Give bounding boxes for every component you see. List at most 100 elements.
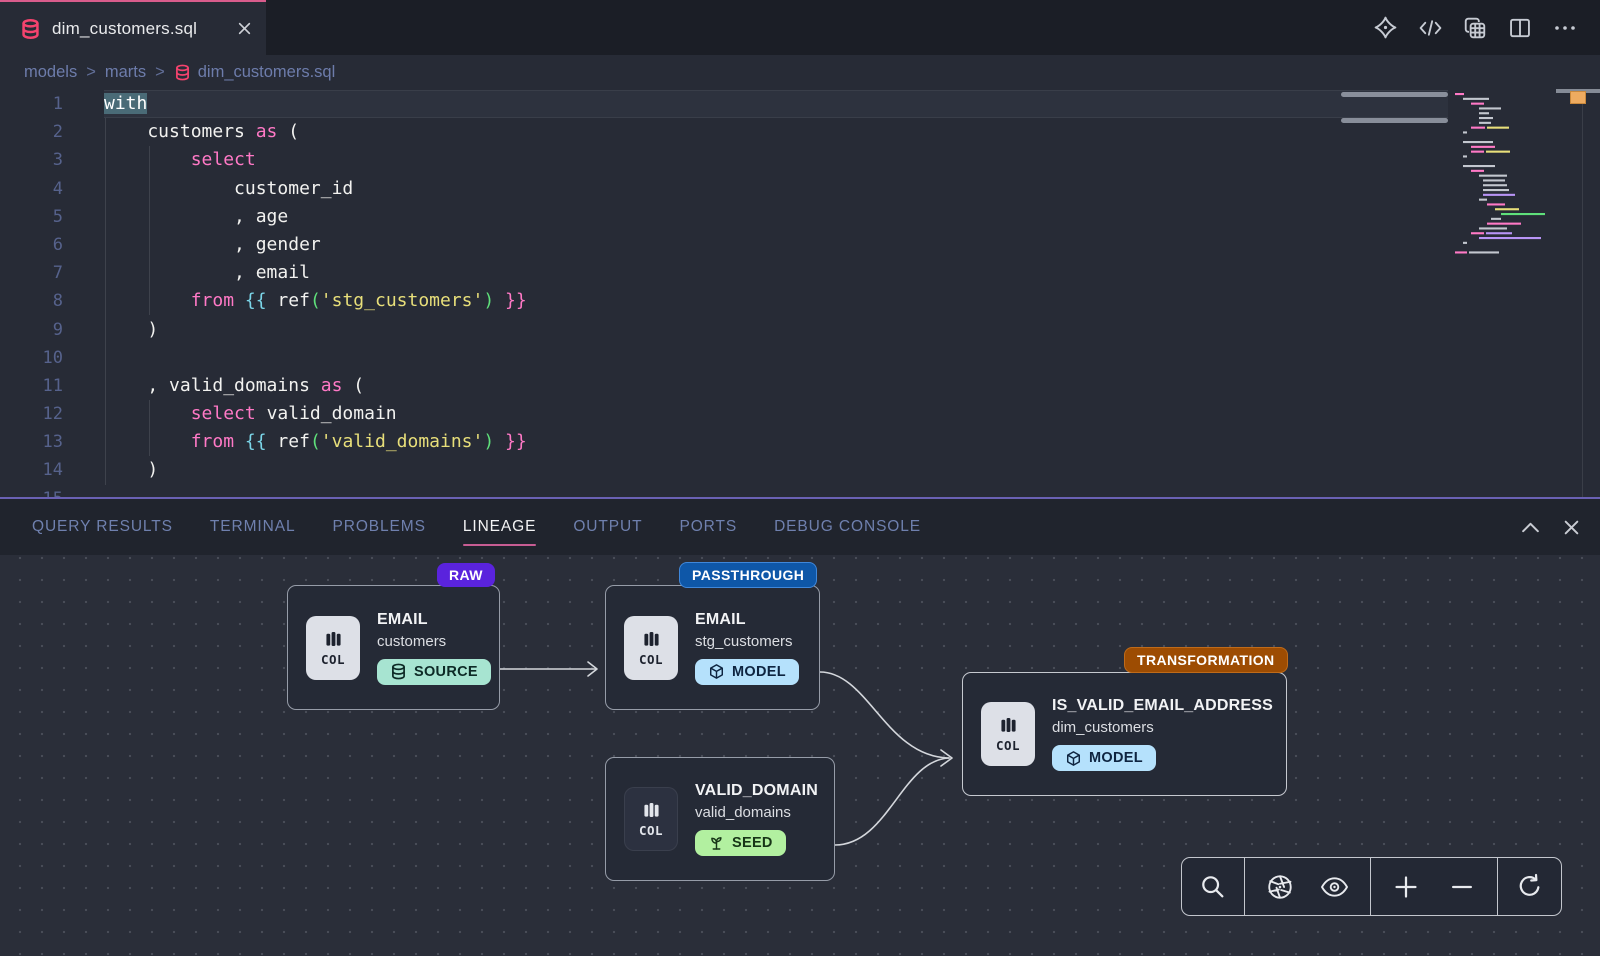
line-content: customer_id <box>63 175 353 203</box>
panel-tab-lineage[interactable]: LINEAGE <box>463 512 537 542</box>
line-content: from {{ ref('stg_customers') }} <box>63 287 527 315</box>
breadcrumb-item-models[interactable]: models <box>24 63 77 82</box>
code-line: 6 , gender <box>0 231 1600 259</box>
minimap[interactable] <box>1455 91 1547 263</box>
dbt-icon[interactable] <box>1372 15 1398 41</box>
panel-tab-debug-console[interactable]: DEBUG CONSOLE <box>774 512 921 542</box>
toolbar-section <box>1498 858 1561 915</box>
node-model-name: dim_customers <box>1052 719 1154 736</box>
plus-icon[interactable] <box>1386 867 1426 907</box>
line-content <box>63 344 104 372</box>
close-icon[interactable] <box>237 21 252 36</box>
node-column-name: EMAIL <box>377 611 428 629</box>
decoration-bar <box>1341 92 1448 97</box>
line-number: 8 <box>0 287 63 315</box>
line-content: select <box>63 146 256 174</box>
panel-tab-terminal[interactable]: TERMINAL <box>210 512 296 542</box>
chip-label: COL <box>639 823 663 838</box>
selection-marker <box>1570 91 1586 104</box>
line-number: 2 <box>0 118 63 146</box>
columns-icon <box>641 629 662 650</box>
database-icon <box>174 64 191 81</box>
node-badge-model: MODEL <box>695 659 799 685</box>
panel-tab-problems[interactable]: PROBLEMS <box>333 512 426 542</box>
breadcrumb-label: models <box>24 63 77 82</box>
aperture-icon[interactable] <box>1260 867 1300 907</box>
code-line: 13 from {{ ref('valid_domains') }} <box>0 428 1600 456</box>
line-number: 7 <box>0 259 63 287</box>
line-content: from {{ ref('valid_domains') }} <box>63 428 527 456</box>
node-info: EMAILcustomersSOURCE <box>377 611 491 685</box>
code-editor[interactable]: 1with2 customers as (3 select4 customer_… <box>0 89 1600 497</box>
overview-ruler <box>1582 93 1584 497</box>
code-line: 4 customer_id <box>0 175 1600 203</box>
line-content: , gender <box>63 231 321 259</box>
code-line: 5 , age <box>0 203 1600 231</box>
code-line: 8 from {{ ref('stg_customers') }} <box>0 287 1600 315</box>
code-line: 9 ) <box>0 316 1600 344</box>
cube-icon <box>708 663 725 680</box>
tab-title: dim_customers.sql <box>52 19 226 39</box>
panel-tab-output[interactable]: OUTPUT <box>573 512 642 542</box>
columns-icon <box>998 715 1019 736</box>
lineage-node-dim_customers[interactable]: COL IS_VALID_EMAIL_ADDRESSdim_customersMO… <box>962 672 1287 796</box>
line-number: 15 <box>0 485 63 497</box>
search-icon[interactable] <box>1193 867 1233 907</box>
breadcrumb-label: marts <box>105 63 146 82</box>
node-column-name: EMAIL <box>695 611 746 629</box>
lineage-node-stg_customers[interactable]: COL EMAIL stg_customers MODEL <box>605 585 820 710</box>
line-number: 6 <box>0 231 63 259</box>
lineage-tag-raw: RAW <box>437 563 495 587</box>
chip-label: COL <box>321 652 345 667</box>
chip-label: COL <box>996 738 1020 753</box>
lineage-node-customers[interactable]: COL EMAILcustomersSOURCE <box>287 585 500 710</box>
lineage-node-valid_domains[interactable]: COL VALID_DOMAINvalid_domainsSEED <box>605 757 835 881</box>
line-content: select valid_domain <box>63 400 397 428</box>
split-editor-icon[interactable] <box>1507 15 1533 41</box>
chevron-up-icon[interactable] <box>1520 520 1541 534</box>
line-content: ) <box>63 316 158 344</box>
panel-tabs: QUERY RESULTS TERMINAL PROBLEMS LINEAGE OUTP… <box>32 512 921 542</box>
breadcrumb-item-marts[interactable]: marts <box>105 63 146 82</box>
toolbar-section <box>1182 858 1245 915</box>
node-info: VALID_DOMAINvalid_domainsSEED <box>695 782 818 856</box>
line-number: 11 <box>0 372 63 400</box>
code-line: 10 <box>0 344 1600 372</box>
panel-tab-query-results[interactable]: QUERY RESULTS <box>32 512 173 542</box>
lineage-tag-transformation: TRANSFORMATION <box>1124 647 1288 673</box>
chip-label: COL <box>639 652 663 667</box>
node-info: EMAIL stg_customers MODEL <box>695 611 799 685</box>
panel-tab-ports[interactable]: PORTS <box>679 512 737 542</box>
line-number: 4 <box>0 175 63 203</box>
badge-label: MODEL <box>732 664 786 680</box>
code-icon[interactable] <box>1417 15 1443 41</box>
editor-tab-dim-customers[interactable]: dim_customers.sql <box>0 0 266 55</box>
titlebar-actions <box>1372 0 1578 55</box>
column-chip[interactable]: COL <box>624 787 678 851</box>
column-chip[interactable]: COL <box>306 616 360 680</box>
minus-icon[interactable] <box>1442 867 1482 907</box>
node-model-name: stg_customers <box>695 633 793 650</box>
panel-actions <box>1520 519 1580 536</box>
node-badge-source: SOURCE <box>377 659 491 685</box>
lineage-canvas[interactable]: RAWCOLEMAILcustomersSOURCEPASSTHROUGHCOL… <box>0 555 1600 956</box>
node-info: IS_VALID_EMAIL_ADDRESSdim_customersMODEL <box>1052 697 1273 771</box>
copy-table-icon[interactable] <box>1462 15 1488 41</box>
line-number: 9 <box>0 316 63 344</box>
line-number: 14 <box>0 456 63 484</box>
code-line: 15 <box>0 485 1600 497</box>
eye-icon[interactable] <box>1315 867 1355 907</box>
line-number: 1 <box>0 90 63 118</box>
close-icon[interactable] <box>1563 519 1580 536</box>
toolbar-section <box>1371 858 1498 915</box>
code-line: 12 select valid_domain <box>0 400 1600 428</box>
column-chip[interactable]: COL <box>981 702 1035 766</box>
breadcrumb-separator: > <box>86 63 96 82</box>
column-chip[interactable]: COL <box>624 616 678 680</box>
breadcrumb-item-dim_customers-sql[interactable]: dim_customers.sql <box>174 63 336 82</box>
more-icon[interactable] <box>1552 15 1578 41</box>
database-icon <box>390 663 407 680</box>
lineage-tag-passthrough: PASSTHROUGH <box>679 562 817 588</box>
refresh-icon[interactable] <box>1510 867 1550 907</box>
node-column-name: VALID_DOMAIN <box>695 782 818 800</box>
